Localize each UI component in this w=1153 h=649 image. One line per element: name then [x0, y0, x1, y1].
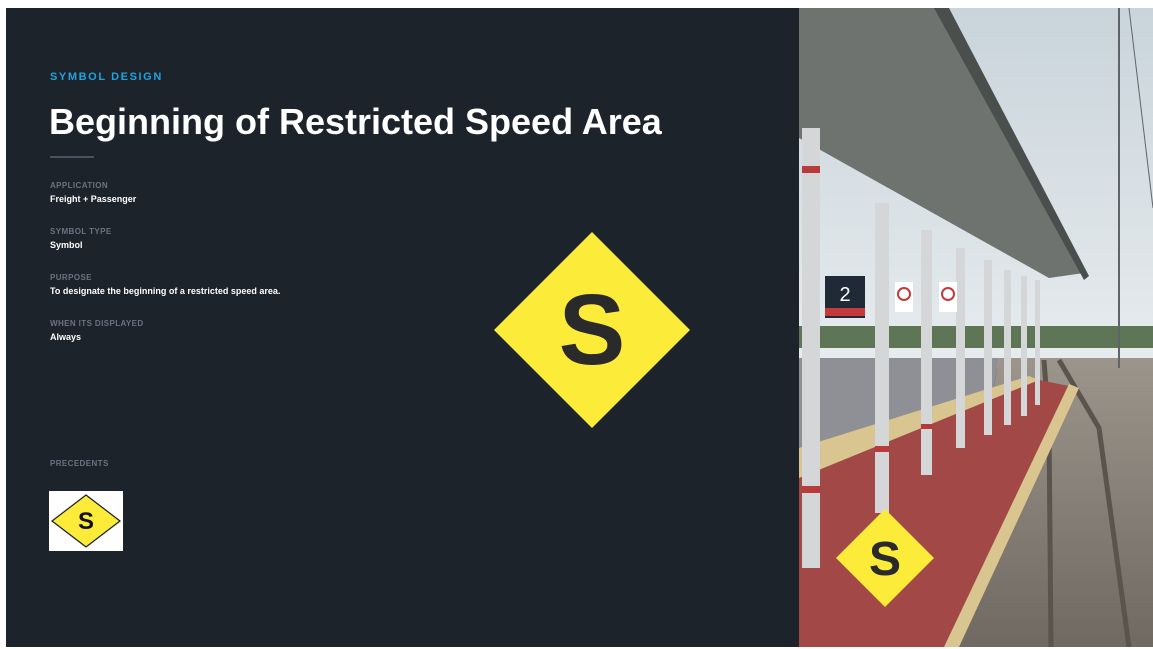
field-label: WHEN ITS DISPLAYED [50, 319, 144, 328]
field-label: APPLICATION [50, 181, 109, 190]
field-value: Always [50, 332, 82, 342]
field-value: Symbol [50, 240, 83, 250]
field-value: Freight + Passenger [50, 194, 137, 204]
field-symbol-type: SYMBOL TYPE Symbol [50, 227, 112, 250]
field-label: PURPOSE [50, 273, 92, 282]
field-value: To designate the beginning of a restrict… [50, 286, 281, 296]
speed-sign-symbol: S [492, 230, 692, 435]
platform-photo: 2 S [799, 8, 1153, 647]
photo-sign-letter: S [869, 533, 901, 586]
field-label: SYMBOL TYPE [50, 227, 112, 236]
field-purpose: PURPOSE To designate the beginning of a … [50, 273, 280, 296]
precedents-label: PRECEDENTS [50, 459, 109, 468]
precedent-thumbnail: S [49, 491, 123, 551]
photo-speed-sign: S [835, 508, 935, 608]
section-eyebrow: SYMBOL DESIGN [50, 71, 163, 83]
field-application: APPLICATION Freight + Passenger [50, 181, 136, 204]
precedent-symbol-letter: S [78, 508, 94, 535]
page-title: Beginning of Restricted Speed Area [49, 101, 662, 142]
sign-letter: S [559, 274, 626, 386]
field-when-displayed: WHEN ITS DISPLAYED Always [50, 319, 144, 342]
title-divider [50, 156, 94, 158]
slide: SYMBOL DESIGN Beginning of Restricted Sp… [6, 8, 1153, 647]
platform-number: 2 [839, 284, 850, 306]
